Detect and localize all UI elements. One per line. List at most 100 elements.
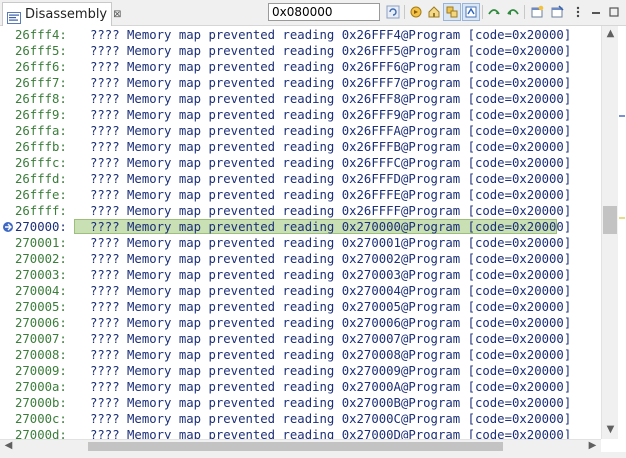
line-instruction: ???? Memory map prevented reading 0x2700… xyxy=(90,220,572,234)
close-icon[interactable]: ⊠ xyxy=(113,9,121,20)
line-instruction: ???? Memory map prevented reading 0x2700… xyxy=(90,300,572,314)
line-address: 26fffe: xyxy=(15,188,67,202)
bottom-edge xyxy=(0,452,626,458)
disassembly-line[interactable]: 26fffa: ???? Memory map prevented reading… xyxy=(0,123,601,139)
scroll-down-icon[interactable]: ▼ xyxy=(602,424,619,435)
sync-icon[interactable] xyxy=(462,3,480,21)
disassembly-line[interactable]: 26fffd: ???? Memory map prevented reading… xyxy=(0,171,601,187)
line-address: 26fff8: xyxy=(15,92,67,106)
disassembly-icon xyxy=(7,9,21,24)
line-instruction: ???? Memory map prevented reading 0x26FF… xyxy=(90,140,572,154)
line-instruction: ???? Memory map prevented reading 0x2700… xyxy=(90,332,572,346)
vertical-scroll-thumb[interactable] xyxy=(603,206,617,234)
line-address: 270001: xyxy=(15,236,67,250)
line-address: 270003: xyxy=(15,268,67,282)
line-address: 26fff6: xyxy=(15,60,67,74)
disassembly-line[interactable]: 27000c: ???? Memory map prevented reading… xyxy=(0,411,601,427)
disassembly-line[interactable]: 270007: ???? Memory map prevented reading… xyxy=(0,331,601,347)
disassembly-line[interactable]: 26fff8: ???? Memory map prevented reading… xyxy=(0,91,601,107)
maximize-icon[interactable] xyxy=(605,3,623,21)
line-address: 26fff7: xyxy=(15,76,67,90)
disassembly-line[interactable]: 270004: ???? Memory map prevented reading… xyxy=(0,283,601,299)
line-address: 270008: xyxy=(15,348,67,362)
minimize-icon[interactable] xyxy=(587,3,605,21)
disassembly-line[interactable]: 26fff7: ???? Memory map prevented reading… xyxy=(0,75,601,91)
line-address: 26fffa: xyxy=(15,124,67,138)
line-address: 270004: xyxy=(15,284,67,298)
line-address: 27000a: xyxy=(15,380,67,394)
disassembly-line[interactable]: 270003: ???? Memory map prevented reading… xyxy=(0,267,601,283)
disassembly-line[interactable]: 270002: ???? Memory map prevented reading… xyxy=(0,251,601,267)
line-address: 270006: xyxy=(15,316,67,330)
line-address: 26ffff: xyxy=(15,204,67,218)
line-instruction: ???? Memory map prevented reading 0x2700… xyxy=(90,316,572,330)
line-address: 27000b: xyxy=(15,396,67,410)
program-counter-icon xyxy=(2,221,14,233)
disassembly-line[interactable]: 26fff5: ???? Memory map prevented reading… xyxy=(0,43,601,59)
view-titlebar: Disassembly ⊠ 0x080000 xyxy=(0,0,626,26)
line-instruction: ???? Memory map prevented reading 0x2700… xyxy=(90,380,572,394)
disassembly-line[interactable]: 26fff4: ???? Memory map prevented reading… xyxy=(0,27,601,43)
line-address: 26fff9: xyxy=(15,108,67,122)
address-input[interactable]: 0x080000 xyxy=(268,3,380,21)
current-pc-line[interactable]: 270000: ???? Memory map prevented reading… xyxy=(0,219,601,235)
new-view-icon[interactable] xyxy=(528,3,546,21)
step-return-icon[interactable] xyxy=(504,3,522,21)
home-icon[interactable] xyxy=(425,3,443,21)
horizontal-scroll-thumb[interactable] xyxy=(88,442,503,451)
line-instruction: ???? Memory map prevented reading 0x26FF… xyxy=(90,44,572,58)
line-address: 270002: xyxy=(15,252,67,266)
scroll-up-icon[interactable]: ▲ xyxy=(602,28,619,39)
disassembly-line[interactable]: 26fffb: ???? Memory map prevented reading… xyxy=(0,139,601,155)
line-instruction: ???? Memory map prevented reading 0x2700… xyxy=(90,252,572,266)
tab-label: Disassembly xyxy=(25,7,108,22)
disassembly-listing[interactable]: 26fff4: ???? Memory map prevented reading… xyxy=(0,26,601,439)
tab-disassembly[interactable]: Disassembly ⊠ xyxy=(2,2,122,26)
ruler-marker[interactable] xyxy=(619,115,625,117)
disassembly-line[interactable]: 27000d: ???? Memory map prevented reading… xyxy=(0,427,601,439)
disassembly-line[interactable]: 26fffc: ???? Memory map prevented reading… xyxy=(0,155,601,171)
line-address: 27000c: xyxy=(15,412,67,426)
line-address: 26fffd: xyxy=(15,172,67,186)
disassembly-line[interactable]: 270006: ???? Memory map prevented reading… xyxy=(0,315,601,331)
ruler-marker[interactable] xyxy=(619,217,625,219)
disassembly-line[interactable]: 27000a: ???? Memory map prevented reading… xyxy=(0,379,601,395)
disassembly-line[interactable]: 270009: ???? Memory map prevented reading… xyxy=(0,363,601,379)
line-address: 26fffb: xyxy=(15,140,67,154)
disassembly-line[interactable]: 26fff9: ???? Memory map prevented reading… xyxy=(0,107,601,123)
disassembly-line[interactable]: 26ffff: ???? Memory map prevented reading… xyxy=(0,203,601,219)
line-address: 270007: xyxy=(15,332,67,346)
disassembly-line[interactable]: 270008: ???? Memory map prevented reading… xyxy=(0,347,601,363)
line-instruction: ???? Memory map prevented reading 0x26FF… xyxy=(90,156,572,170)
line-instruction: ???? Memory map prevented reading 0x26FF… xyxy=(90,92,572,106)
disassembly-line[interactable]: 270005: ???? Memory map prevented reading… xyxy=(0,299,601,315)
line-instruction: ???? Memory map prevented reading 0x2700… xyxy=(90,284,572,298)
view-menu-icon[interactable] xyxy=(569,3,587,21)
horizontal-scrollbar[interactable]: ◀ ▶ xyxy=(0,439,601,452)
line-instruction: ???? Memory map prevented reading 0x2700… xyxy=(90,428,572,439)
line-instruction: ???? Memory map prevented reading 0x26FF… xyxy=(90,124,572,138)
goto-pc-icon[interactable] xyxy=(407,3,425,21)
disassembly-line[interactable]: 26fff6: ???? Memory map prevented reading… xyxy=(0,59,601,75)
overview-ruler[interactable] xyxy=(618,26,626,452)
disassembly-line[interactable]: 26fffe: ???? Memory map prevented reading… xyxy=(0,187,601,203)
line-instruction: ???? Memory map prevented reading 0x26FF… xyxy=(90,188,572,202)
disassembly-line[interactable]: 270001: ???? Memory map prevented reading… xyxy=(0,235,601,251)
line-instruction: ???? Memory map prevented reading 0x26FF… xyxy=(90,204,572,218)
line-instruction: ???? Memory map prevented reading 0x26FF… xyxy=(90,60,572,74)
scroll-left-icon[interactable]: ◀ xyxy=(0,440,17,451)
line-instruction: ???? Memory map prevented reading 0x2700… xyxy=(90,268,572,282)
step-over-icon[interactable] xyxy=(485,3,503,21)
line-instruction: ???? Memory map prevented reading 0x2700… xyxy=(90,412,572,426)
link-with-pc-icon[interactable] xyxy=(443,3,461,21)
line-instruction: ???? Memory map prevented reading 0x2700… xyxy=(90,348,572,362)
line-address: 26fffc: xyxy=(15,156,67,170)
disassembly-line[interactable]: 27000b: ???? Memory map prevented reading… xyxy=(0,395,601,411)
scroll-right-icon[interactable]: ▶ xyxy=(584,440,601,451)
pin-icon[interactable] xyxy=(548,3,566,21)
line-instruction: ???? Memory map prevented reading 0x26FF… xyxy=(90,76,572,90)
line-instruction: ???? Memory map prevented reading 0x2700… xyxy=(90,236,572,250)
vertical-scrollbar[interactable]: ▲ ▼ xyxy=(601,26,618,439)
line-address: 270000: xyxy=(15,220,67,234)
refresh-icon[interactable] xyxy=(384,3,402,21)
